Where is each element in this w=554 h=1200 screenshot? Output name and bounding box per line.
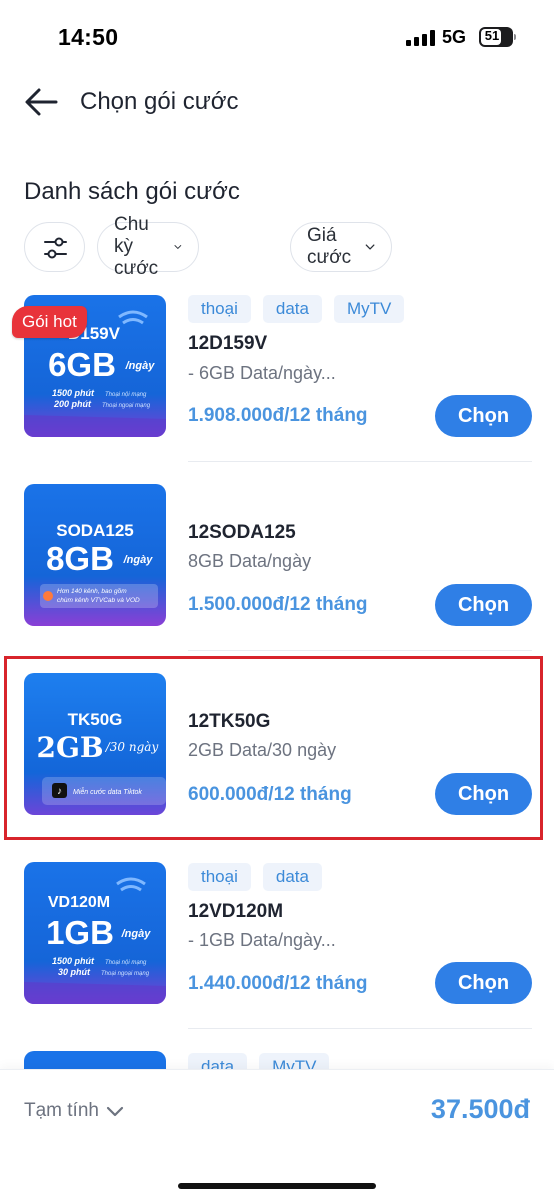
choose-button-12d159v[interactable]: Chọn bbox=[435, 395, 532, 437]
thumb-big: 6GB bbox=[48, 346, 116, 383]
sliders-icon bbox=[44, 237, 67, 259]
package-name: 12SODA125 bbox=[188, 522, 296, 543]
thumb-unit: /ngày bbox=[125, 360, 156, 372]
package-description: 8GB Data/ngày bbox=[188, 551, 312, 571]
highlight-box bbox=[4, 656, 543, 840]
section-title: Danh sách gói cước bbox=[24, 178, 240, 205]
thumb-line1b: Thoại nội mạng bbox=[105, 392, 147, 398]
battery-level: 51 bbox=[484, 28, 500, 43]
thumb-big: 1GB bbox=[46, 914, 114, 951]
package-thumbnail: VD120M 1GB /ngày 1500 phút Thoại nội mạn… bbox=[24, 862, 166, 1004]
package-name: 12VD120M bbox=[188, 901, 284, 922]
divider bbox=[188, 1028, 532, 1029]
thumb-code: VD120M bbox=[48, 894, 110, 911]
header: Chọn gói cước bbox=[0, 80, 554, 126]
package-description: - 1GB Data/ngày... bbox=[188, 930, 336, 950]
thumb-note2: chùm kênh VTVCab và VOD bbox=[57, 597, 140, 604]
subtotal-label: Tạm tính bbox=[24, 1100, 99, 1121]
home-indicator bbox=[178, 1183, 376, 1189]
package-tags: thoại data MyTV bbox=[188, 295, 405, 323]
thumb-line1: 1500 phút bbox=[52, 388, 95, 398]
status-bar: 14:50 5G 51 bbox=[0, 0, 554, 72]
chevron-down-icon bbox=[365, 244, 375, 250]
signal-icon bbox=[406, 30, 436, 46]
package-thumbnail: SODA125 8GB /ngày Hơn 140 kênh, bao gồm … bbox=[24, 484, 166, 626]
thumb-line2: 200 phút bbox=[53, 399, 92, 409]
divider bbox=[188, 461, 532, 462]
total-price: 37.500đ bbox=[430, 1094, 530, 1124]
thumb-big: 8GB bbox=[46, 540, 114, 577]
package-description: - 6GB Data/ngày... bbox=[188, 363, 336, 383]
arrow-left-icon bbox=[25, 88, 58, 116]
package-name: 12D159V bbox=[188, 333, 268, 354]
price-filter-label: Giá cước bbox=[307, 225, 352, 268]
package-price: 1.440.000đ/12 tháng bbox=[188, 973, 368, 994]
chevron-down-icon bbox=[174, 245, 182, 249]
thumb-line2b: Thoại ngoại mạng bbox=[101, 971, 150, 977]
chevron-down-icon bbox=[106, 1106, 124, 1117]
tag: data bbox=[262, 863, 322, 891]
thumb-code: SODA125 bbox=[56, 521, 133, 540]
thumb-line1: 1500 phút bbox=[52, 956, 95, 966]
thumb-line2b: Thoại ngoại mạng bbox=[102, 403, 151, 409]
thumb-line1b: Thoại nội mạng bbox=[105, 960, 147, 966]
package-price: 1.908.000đ/12 tháng bbox=[188, 405, 368, 426]
subtotal-toggle[interactable]: Tạm tính bbox=[24, 1100, 125, 1122]
tag: thoại bbox=[188, 295, 251, 323]
divider bbox=[188, 650, 532, 651]
cycle-filter-dropdown[interactable]: Chu kỳ cước bbox=[97, 214, 200, 279]
package-price: 1.500.000đ/12 tháng bbox=[188, 594, 368, 615]
back-button[interactable] bbox=[22, 84, 62, 120]
page-title: Chọn gói cước bbox=[80, 88, 239, 115]
battery-icon: 51 bbox=[479, 27, 516, 47]
choose-button-12vd120m[interactable]: Chọn bbox=[435, 962, 532, 1004]
thumb-note: Hơn 140 kênh, bao gồm bbox=[57, 586, 127, 595]
filter-button[interactable] bbox=[24, 222, 85, 272]
tag: MyTV bbox=[333, 295, 405, 323]
thumb-line2: 30 phút bbox=[58, 967, 91, 977]
bottom-summary-bar: Tạm tính 37.500đ bbox=[0, 1069, 554, 1200]
cycle-filter-label: Chu kỳ cước bbox=[114, 214, 159, 279]
price-filter-dropdown[interactable]: Giá cước bbox=[290, 222, 393, 272]
hot-badge: Gói hot bbox=[12, 306, 87, 338]
choose-button-12soda125[interactable]: Chọn bbox=[435, 584, 532, 626]
tag: thoại bbox=[188, 863, 251, 891]
thumb-unit: /ngày bbox=[123, 554, 154, 566]
thumb-unit: /ngày bbox=[121, 928, 152, 940]
package-tags: thoại data bbox=[188, 863, 322, 891]
status-time: 14:50 bbox=[58, 24, 119, 50]
tag: data bbox=[262, 295, 322, 323]
network-type: 5G bbox=[442, 27, 467, 47]
